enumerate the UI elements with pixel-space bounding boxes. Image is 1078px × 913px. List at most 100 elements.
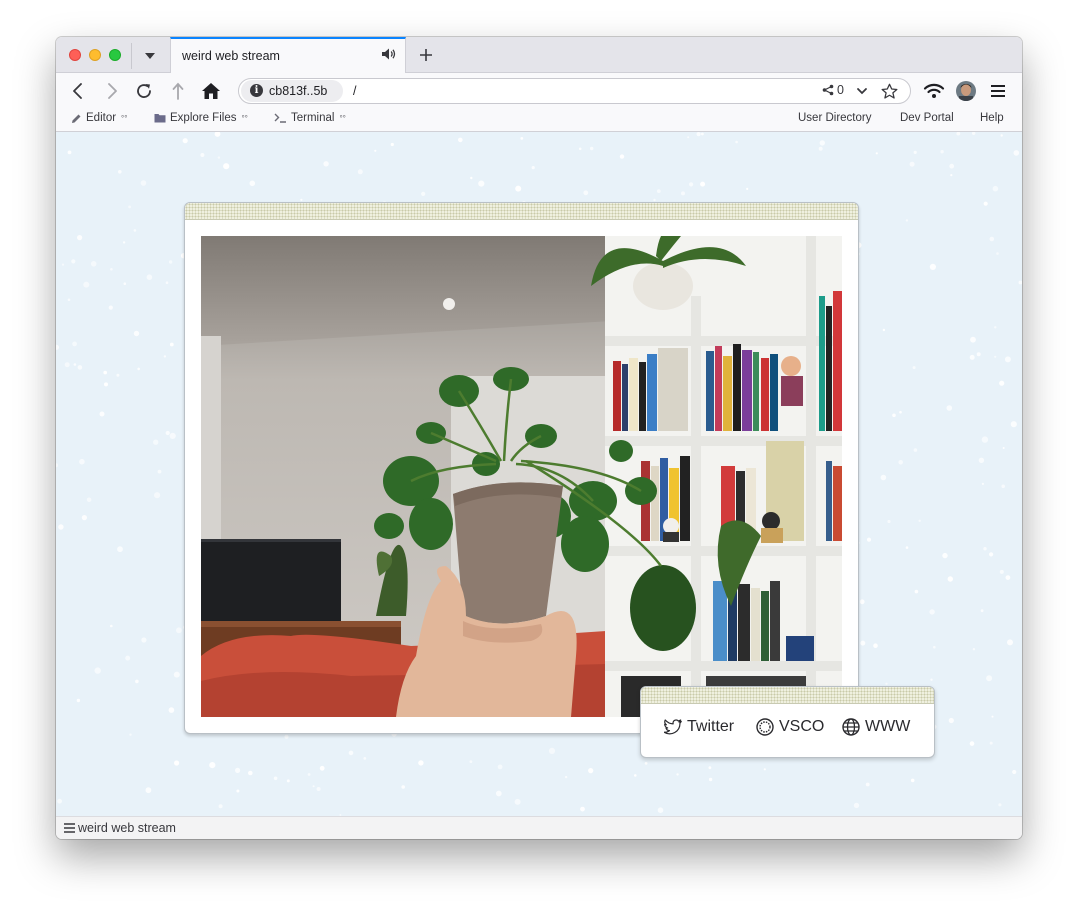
snow-dot [307, 773, 311, 776]
link-label: Twitter [687, 718, 735, 735]
twitter-bird-icon [664, 719, 682, 735]
snow-dot [949, 163, 955, 169]
snow-dot [300, 198, 303, 201]
snow-dot [76, 698, 81, 703]
speaker-icon[interactable] [381, 47, 397, 66]
site-identity-button[interactable]: i cb813f..5b [241, 80, 343, 102]
snow-dot [644, 761, 648, 765]
new-tab-button[interactable] [414, 44, 438, 66]
link-label: VSCO [779, 718, 825, 735]
snow-dot [976, 352, 981, 357]
list-all-tabs-button[interactable] [138, 45, 162, 67]
share-icon [822, 84, 834, 96]
user-avatar-button[interactable] [953, 78, 979, 104]
snow-dot [564, 775, 568, 779]
chevron-down-icon [145, 53, 155, 59]
bookmark-label: Editor [86, 112, 117, 124]
url-path[interactable]: / [353, 84, 356, 98]
url-dropdown-button[interactable] [856, 84, 868, 102]
bookmark-star-button[interactable] [881, 83, 898, 105]
bookmark-dev-portal[interactable]: Dev Portal [900, 112, 954, 124]
snow-dot [972, 132, 976, 135]
snow-dot [696, 132, 701, 137]
bookmark-suffix: °° [121, 113, 128, 123]
reload-button[interactable] [131, 78, 157, 104]
snow-dot [996, 252, 999, 255]
snow-dot [218, 804, 223, 809]
snow-dot [998, 803, 1002, 807]
zoom-window-button[interactable] [109, 49, 121, 61]
url-host: cb813f..5b [269, 84, 328, 98]
snow-dot [146, 274, 153, 280]
snow-dot [910, 778, 915, 783]
bookmark-editor[interactable]: Editor °° [71, 112, 127, 124]
browser-window: weird web stream i cb813f..5b / 0 Editor… [56, 37, 1022, 839]
snow-dot [873, 643, 878, 648]
snow-dot [176, 627, 182, 634]
snow-dot [969, 354, 975, 360]
snow-dot [1000, 134, 1003, 137]
twitter-link[interactable]: Twitter [664, 718, 734, 736]
terminal-icon [274, 113, 286, 123]
home-button[interactable] [198, 78, 224, 104]
snow-dot [141, 637, 147, 643]
bookmark-terminal[interactable]: Terminal °° [274, 112, 346, 124]
snow-dot [989, 236, 995, 242]
snow-dot [153, 439, 159, 445]
snow-dot [90, 261, 97, 267]
snow-dot [580, 806, 585, 812]
bookmark-suffix: °° [241, 113, 248, 123]
snow-dot [983, 547, 987, 551]
snow-dot [390, 142, 394, 147]
bookmark-label: Terminal [291, 112, 335, 124]
bookmark-help[interactable]: Help [980, 112, 1004, 124]
main-menu-button[interactable] [985, 78, 1011, 104]
snow-dot [273, 776, 278, 781]
snow-dot [880, 474, 887, 481]
snow-dot [1001, 484, 1005, 489]
video-stream[interactable] [201, 236, 842, 717]
snow-dot [590, 146, 594, 151]
snow-dot [248, 770, 253, 776]
snow-dot [676, 773, 679, 776]
upload-button[interactable] [165, 78, 191, 104]
snow-dot [83, 281, 90, 288]
close-window-button[interactable] [69, 49, 81, 61]
snow-dot [223, 163, 230, 170]
snow-dot [86, 497, 92, 503]
url-bar[interactable]: i cb813f..5b / 0 [238, 78, 911, 104]
network-status-button[interactable] [921, 78, 947, 104]
tab-active[interactable]: weird web stream [170, 37, 406, 73]
snow-dot [168, 707, 175, 713]
forward-button[interactable] [99, 78, 125, 104]
snow-dot [763, 768, 766, 771]
snow-dot [515, 185, 522, 192]
snow-dot [200, 153, 205, 157]
snow-dot [986, 675, 993, 682]
snow-dot [236, 789, 240, 793]
snow-dot [1012, 769, 1017, 775]
snow-dot [348, 750, 354, 756]
www-link[interactable]: WWW [842, 718, 910, 736]
snow-dot [875, 152, 878, 155]
back-button[interactable] [65, 78, 91, 104]
snow-dot [154, 492, 161, 499]
bookmark-user-directory[interactable]: User Directory [798, 112, 871, 124]
bookmark-explore-files[interactable]: Explore Files °° [154, 112, 248, 124]
snow-dot [969, 741, 975, 746]
panel-header [641, 687, 934, 704]
snow-dot [235, 767, 241, 774]
share-count-button[interactable]: 0 [822, 83, 844, 97]
menu-lines-icon[interactable] [64, 823, 75, 833]
snow-dot [898, 460, 903, 465]
minimize-window-button[interactable] [89, 49, 101, 61]
snow-dot [165, 281, 169, 284]
snow-dot [520, 137, 524, 140]
vsco-link[interactable]: VSCO [756, 718, 824, 736]
snow-dot [319, 765, 325, 771]
snow-dot [140, 180, 147, 186]
snow-dot [946, 405, 953, 411]
snow-dot [497, 764, 503, 770]
pencil-icon [72, 114, 81, 123]
plus-icon [420, 49, 432, 61]
